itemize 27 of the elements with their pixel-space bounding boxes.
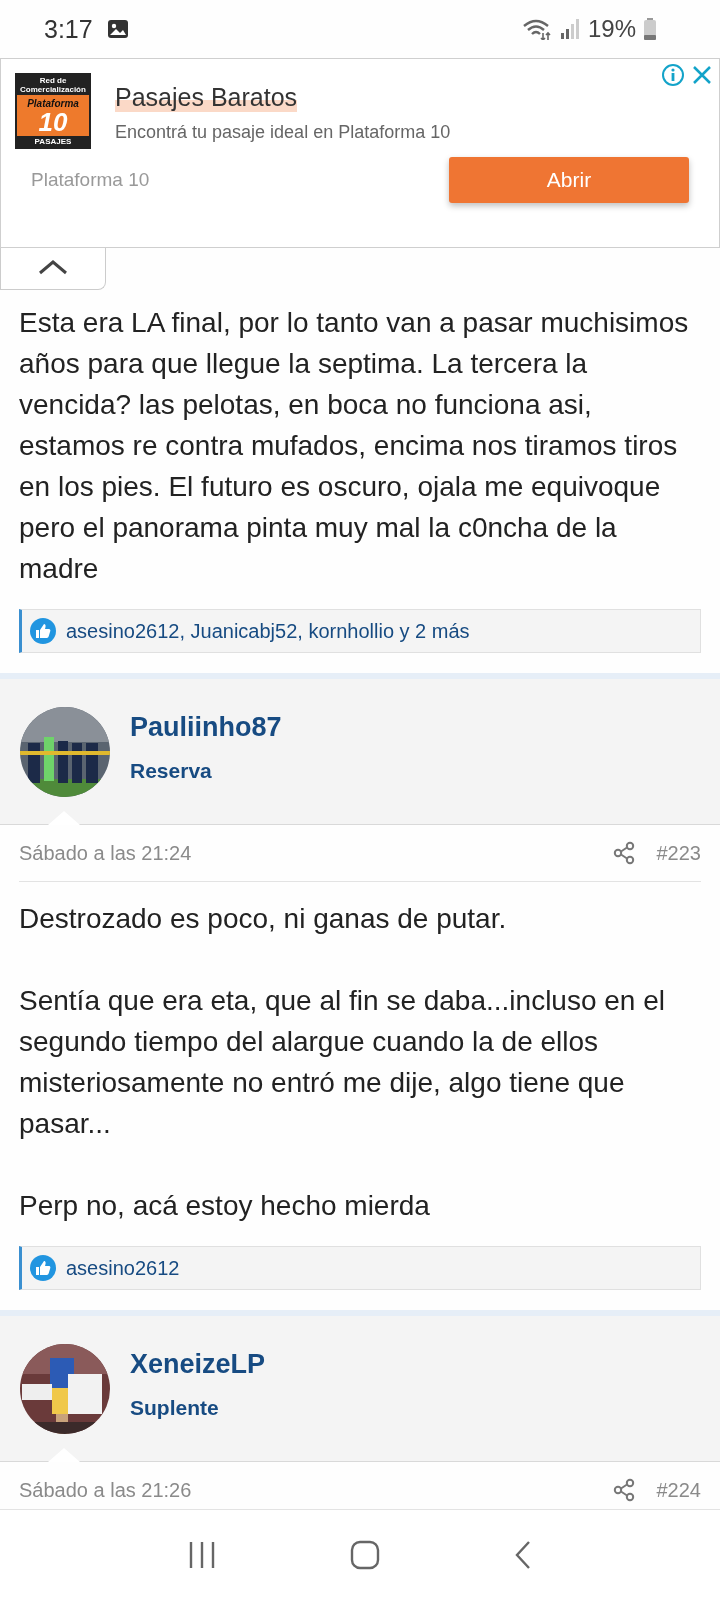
thumbs-up-icon (30, 1255, 56, 1281)
image-icon (106, 19, 129, 39)
likers-link[interactable]: asesino2612 (66, 1256, 180, 1280)
likers-link[interactable]: asesino2612, Juanicabj52, kornhollio y 2 más (66, 619, 470, 643)
post-paragraph: Destrozado es poco, ni ganas de putar. (19, 902, 508, 936)
user-rank: Reserva (130, 759, 213, 783)
thumbs-up-icon (30, 618, 56, 644)
post-paragraph: Sentía que era eta, que al fin se daba...incluso en el segundo tiempo del alargue cuando la de ellos misteriosamente no entró me dije, algo tiene que pasar... (19, 984, 666, 1141)
post-paragraph: Esta era LA final, por lo tanto van a pasar muchisimos años para que llegue la septima. La tercera la vencida? las pelotas, en boca no funciona asi, estamos re contra mufados, encima nos tiramos tiros en los pies. El futuro es oscuro, ojala me equivoque pero el panorama pinta muy mal la c0ncha de la madre (19, 306, 690, 586)
username-link[interactable]: Pauliinho87 (130, 712, 282, 743)
battery-icon (644, 18, 656, 40)
advertiser-logo: Red de Comercialización Plataforma 10 PASAJES (15, 73, 91, 149)
info-icon (661, 63, 685, 87)
user-rank: Suplente (130, 1396, 220, 1420)
wifi-icon (521, 18, 552, 40)
signal-icon (559, 19, 580, 39)
ad-description: Encontrá tu pasaje ideal en Plataforma 10 (115, 122, 451, 143)
home-icon[interactable] (350, 1540, 380, 1570)
caret-up-icon (38, 258, 68, 275)
clock: 3:17 (44, 14, 93, 44)
advertiser-name: Plataforma 10 (31, 169, 150, 191)
battery-level: 19% (587, 15, 636, 43)
close-icon (691, 64, 713, 86)
username-link[interactable]: XeneizeLP (130, 1349, 266, 1380)
post-paragraph: Perp no, acá estoy hecho mierda (19, 1189, 431, 1223)
share-icon (612, 1478, 635, 1502)
share-icon (612, 841, 635, 865)
